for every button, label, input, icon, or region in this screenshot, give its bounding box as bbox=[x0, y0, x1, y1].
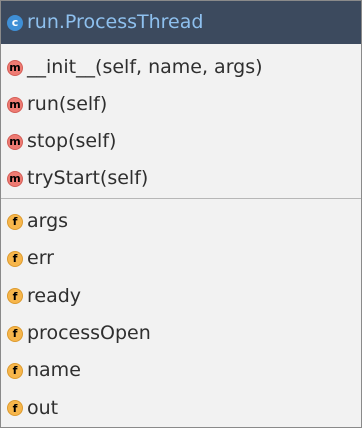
field-icon: f bbox=[7, 400, 23, 417]
field-icon: f bbox=[7, 213, 23, 230]
method-row: m __init__(self, name, args) bbox=[1, 49, 361, 86]
field-label: err bbox=[27, 247, 54, 270]
method-row: m stop(self) bbox=[1, 123, 361, 160]
field-row: f err bbox=[1, 240, 361, 277]
field-label: out bbox=[27, 396, 59, 419]
field-icon: f bbox=[7, 250, 23, 267]
field-icon: f bbox=[7, 288, 23, 305]
method-icon: m bbox=[7, 59, 23, 76]
field-icon: f bbox=[7, 325, 23, 342]
method-icon: m bbox=[7, 170, 23, 187]
field-label: processOpen bbox=[27, 322, 151, 345]
method-row: m run(self) bbox=[1, 86, 361, 123]
method-row: m tryStart(self) bbox=[1, 160, 361, 197]
field-row: f out bbox=[1, 389, 361, 426]
method-icon: m bbox=[7, 96, 23, 113]
method-icon: m bbox=[7, 133, 23, 150]
field-label: ready bbox=[27, 284, 82, 307]
fields-section: f args f err f ready f processOpen f nam… bbox=[1, 199, 361, 427]
field-row: f args bbox=[1, 203, 361, 240]
method-label: tryStart(self) bbox=[27, 167, 149, 189]
class-title: run.ProcessThread bbox=[27, 11, 204, 33]
method-label: __init__(self, name, args) bbox=[27, 56, 263, 78]
field-label: args bbox=[27, 210, 69, 233]
method-label: stop(self) bbox=[27, 130, 117, 152]
field-row: f processOpen bbox=[1, 315, 361, 352]
field-row: f ready bbox=[1, 278, 361, 315]
class-icon: c bbox=[7, 14, 23, 31]
field-row: f name bbox=[1, 352, 361, 389]
field-icon: f bbox=[7, 362, 23, 379]
class-header: c run.ProcessThread bbox=[1, 1, 361, 44]
uml-class-card: c run.ProcessThread m __init__(self, nam… bbox=[0, 0, 362, 428]
field-label: name bbox=[27, 359, 81, 382]
methods-section: m __init__(self, name, args) m run(self)… bbox=[1, 44, 361, 199]
method-label: run(self) bbox=[27, 93, 108, 115]
